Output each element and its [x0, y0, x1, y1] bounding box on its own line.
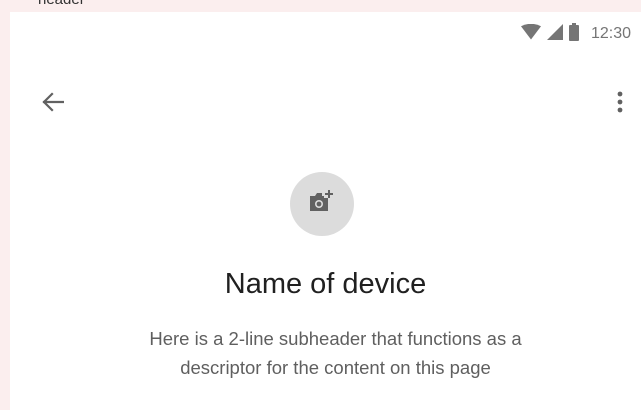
status-bar: 12:30 — [10, 12, 641, 56]
subheader-line-2: descriptor for the content on this page — [180, 357, 491, 378]
device-avatar-button[interactable] — [290, 172, 354, 236]
signal-icon — [546, 23, 563, 45]
status-time: 12:30 — [590, 25, 631, 42]
app-bar — [10, 76, 641, 132]
arrow-back-icon — [42, 91, 65, 118]
subheader-line-1: Here is a 2-line subheader that function… — [149, 328, 522, 349]
more-vert-icon — [617, 91, 623, 118]
status-icons: 12:30 — [520, 22, 631, 46]
back-button[interactable] — [36, 87, 70, 121]
battery-icon — [568, 22, 579, 46]
top-label: header — [38, 0, 85, 8]
add-photo-icon — [308, 189, 336, 220]
wifi-icon — [520, 23, 541, 45]
more-options-button[interactable] — [603, 87, 637, 121]
phone-screen: 12:30 Name of device Here is a 2-line su… — [10, 12, 641, 410]
device-name-title: Name of device — [224, 268, 427, 300]
subheader: Here is a 2-line subheader that function… — [70, 324, 601, 382]
